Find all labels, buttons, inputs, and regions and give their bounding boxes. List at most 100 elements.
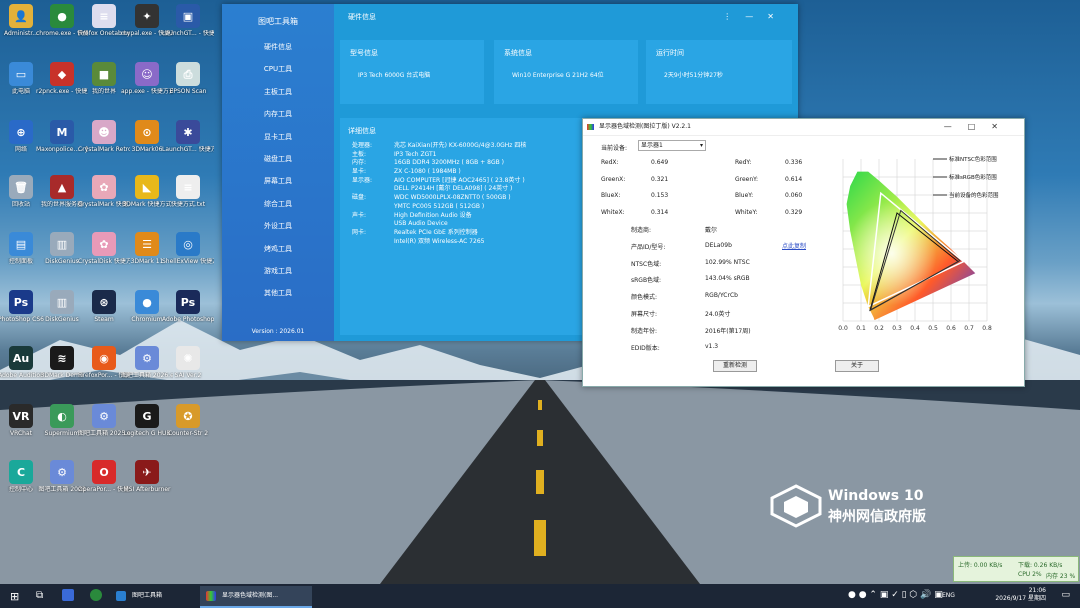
app-icon: O [92,460,116,484]
windows-start-icon[interactable]: ⊞ [10,590,19,603]
app-icon: 🗑 [9,175,33,199]
legend-label: 标准sRGB色彩范围 [949,173,997,181]
chrome-pinned-icon[interactable] [90,589,102,601]
coord-value: 0.336 [785,159,803,166]
chevron-down-icon: ▾ [699,142,703,149]
cpu-usage: CPU 2% [1018,571,1042,578]
app-icon: ☰ [135,232,159,256]
cie-chromaticity-chart: 0.0 0.1 0.2 0.3 0.4 0.5 0.6 0.7 0.8 标准NTSC色彩范围标准… [838,155,999,332]
app-icon: ◆ [50,62,74,86]
coord-label: GreenY: [735,175,759,183]
app-icon: ◉ [92,346,116,370]
app-icon: ⊕ [9,120,33,144]
task-gamut[interactable]: 显示器色域检测(图... [200,586,312,608]
toolbox-sidebar: 图吧工具箱 硬件信息 CPU工具 主板工具 内存工具 显卡工具 磁盘工具 屏幕工具 综合工具外… [222,4,334,341]
info-key: 制造商: [631,227,652,234]
gamut-title: 显示器色域检测(图拉丁版) V2.2.1 [599,123,691,130]
sidebar-item[interactable]: 内存工具 [222,103,334,125]
legend-label: 标准NTSC色彩范围 [949,155,997,163]
info-row: 颜色模式: RGB/YCrCb [631,292,831,301]
coord-label: RedX: [601,159,619,166]
pinned-app-icon[interactable] [62,589,74,601]
app-icon: ● [50,4,74,28]
sidebar-item[interactable]: CPU工具 [222,58,334,80]
shenzhou-logo-icon [770,484,822,528]
gamut-window-controls: —□✕ [944,119,1014,135]
device-select[interactable]: 显示器1 ▾ [638,140,706,151]
coord-label: WhiteY: [735,208,758,216]
desktop-icon[interactable]: ✈ MSI Afterburner [121,460,173,493]
desktop-icon-label: Counter-Str 2 [167,430,209,437]
detail-key: 网卡: [352,228,367,236]
close-icon[interactable]: ✕ [767,12,788,21]
app-icon: ✿ [92,232,116,256]
taskbar: ⊞ ⧉ 图吧工具箱 显示器色域检测(图... ● ● ⌃ ▣ ✓ ▯ ⬡ 🔊 ▣… [0,584,1080,608]
desktop-icon[interactable]: ▣ LaunchGT... - 快捷方式 [162,4,214,37]
info-key: 制造年份: [631,327,658,335]
upload-speed: 上传: 0.00 KB/s [958,562,1003,569]
notification-icon[interactable]: ▭ [1061,590,1070,600]
desktop-icon[interactable]: ⎙ EPSON Scan [162,62,214,95]
desktop-icon[interactable]: ✪ Counter-Str 2 [162,404,214,437]
detail-value: Realtek PCIe GbE 系列控制器 [394,228,478,236]
app-icon: ⊙ [135,120,159,144]
minimize-icon[interactable]: — [944,122,968,131]
detail-value: YMTC PC005 512GB ( 512GB ) [394,202,485,210]
app-icon: ⎙ [176,62,200,86]
close-icon[interactable]: ✕ [991,122,1014,131]
sidebar-item[interactable]: 磁盘工具 [222,148,334,170]
detail-value: Intel(R) 双频 Wireless-AC 7265 [394,237,485,245]
coord-label: BlueX: [601,192,621,199]
axis-ticks: 0.0 0.1 0.2 0.3 0.4 0.5 0.6 0.7 0.8 [838,325,992,332]
coord-value: 0.321 [651,175,669,183]
desktop-icon[interactable]: ✱ LaunchGT... 快捷方式 [162,120,214,153]
clock-time: 21:06 [1028,587,1046,594]
app-icon: ◎ [176,232,200,256]
sidebar-item[interactable]: 综合工具 [222,193,334,215]
desktop-icon[interactable]: Ps Adobe Photoshop [162,290,214,323]
detail-value: 16GB DDR4 3200MHz ( 8GB + 8GB ) [394,159,504,167]
device-label: 当前设备: [601,145,628,152]
sidebar-item[interactable]: 其他工具 [222,282,334,304]
more-icon[interactable]: ⋮ [723,12,745,21]
app-icon: ✱ [176,120,200,144]
card-header: 型号信息 [350,49,378,57]
redetect-button[interactable]: 重新检测 [713,360,757,372]
app-icon: ✦ [135,4,159,28]
about-button[interactable]: 关于 [835,360,879,372]
info-card: 型号信息 IP3 Tech 6000G 台式电脑 [340,40,484,104]
info-value: v1.3 [705,342,719,350]
task-view-icon[interactable]: ⧉ [36,590,43,601]
desktop-icon[interactable]: ◎ ShellExView 快捷方式 [162,232,214,265]
device-select-value: 显示器1 [641,142,663,149]
sidebar-item[interactable]: 烤鸡工具 [222,238,334,260]
desktop-icon[interactable]: ≡ 快捷方式.txt [162,175,214,208]
language-indicator[interactable]: ENG [942,592,955,599]
taskbar-clock[interactable]: 21:06 2026/9/17 星期四 [995,587,1046,603]
desktop-icon-label: LaunchGT... - 快捷方式 [162,30,214,37]
minimize-icon[interactable]: — [745,12,767,21]
coord-value: 0.329 [785,208,803,216]
desktop-icon[interactable]: ✺ SAI Ver.2 [162,346,214,379]
sidebar-item[interactable]: 显卡工具 [222,126,334,148]
sidebar-item[interactable]: 外设工具 [222,215,334,237]
sidebar-item[interactable]: 游戏工具 [222,260,334,282]
desktop-icon-label: LaunchGT... 快捷方式 [162,146,214,153]
chart-legend: 标准NTSC色彩范围标准sRGB色彩范围当前设备的色彩范围 [933,155,999,199]
sidebar-item[interactable]: 硬件信息 [222,36,334,58]
x-tick-label: 0.5 [928,325,938,332]
sidebar-item[interactable]: 主板工具 [222,81,334,103]
sidebar-item[interactable]: 屏幕工具 [222,170,334,192]
app-icon: ◣ [135,175,159,199]
tray-icons[interactable]: ● ● ⌃ ▣ ✓ ▯ ⬡ 🔊 ▣ [848,590,943,600]
coord-label: RedY: [735,159,752,166]
copy-link[interactable]: 点此复制 [782,241,806,250]
x-tick-label: 0.4 [910,325,920,332]
maximize-icon[interactable]: □ [968,122,992,131]
app-icon: M [50,120,74,144]
coord-label: BlueY: [735,192,754,199]
app-icon [587,124,594,130]
download-speed: 下载: 0.26 KB/s [1018,562,1063,569]
app-icon: ✿ [92,175,116,199]
coord-value: 0.060 [785,192,803,199]
